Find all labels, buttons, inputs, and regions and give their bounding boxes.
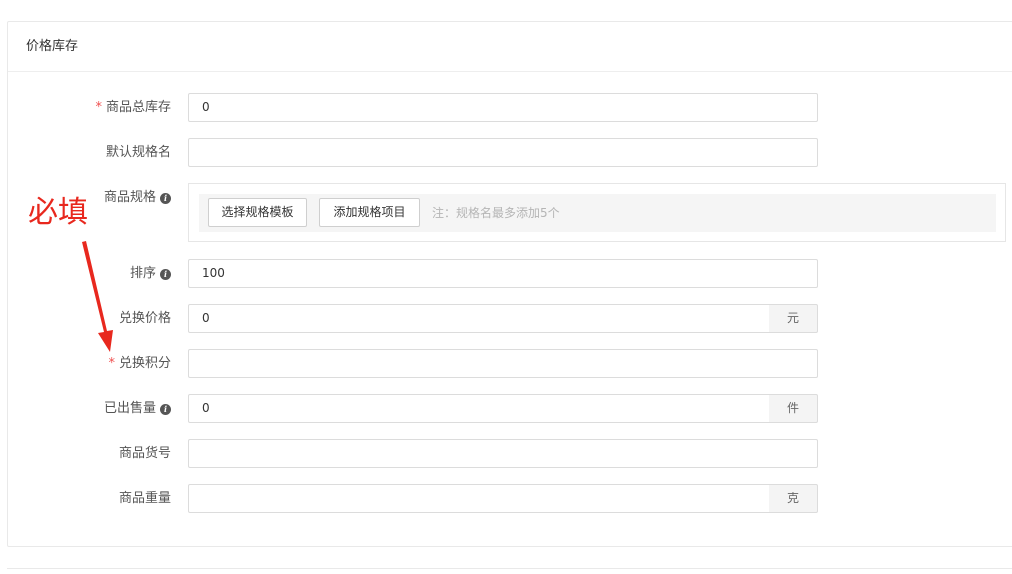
annotation-arrow-icon (82, 241, 113, 352)
next-section-divider (7, 568, 1012, 569)
arrow-shape (82, 241, 113, 352)
